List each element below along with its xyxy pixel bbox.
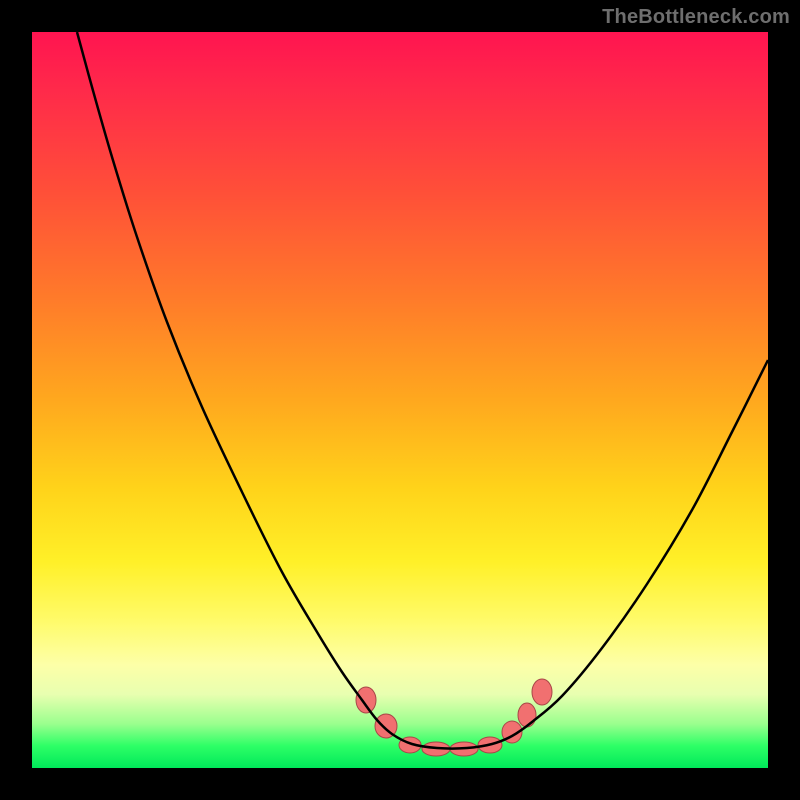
curve-marker [356,687,376,713]
watermark-text: TheBottleneck.com [602,6,790,29]
chart-frame: TheBottleneck.com [0,0,800,800]
curve-marker [532,679,552,705]
plot-area [32,32,768,768]
marker-group [356,679,552,756]
chart-svg [32,32,768,768]
bottleneck-curve [77,32,768,749]
curve-marker [518,703,536,727]
